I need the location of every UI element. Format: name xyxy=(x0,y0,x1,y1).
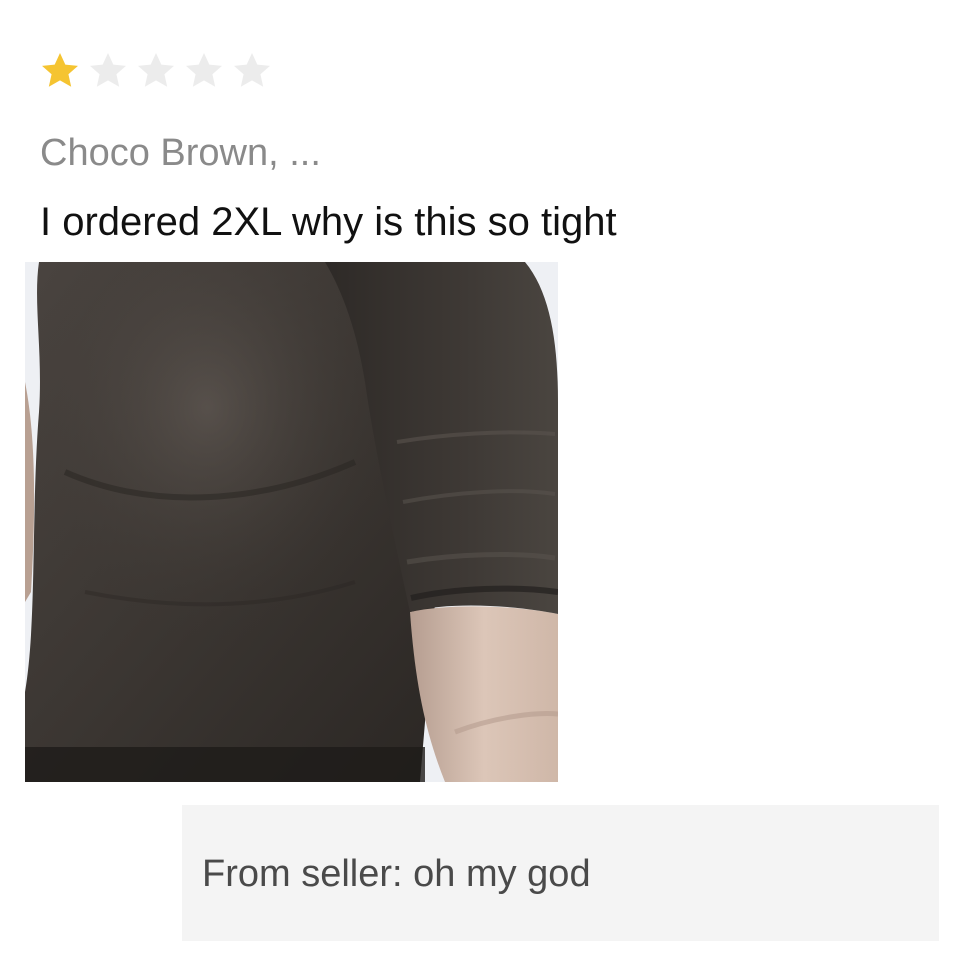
review-text: I ordered 2XL why is this so tight xyxy=(40,200,617,244)
star-icon xyxy=(234,53,270,87)
star-icon xyxy=(90,53,126,87)
review-photo[interactable] xyxy=(25,262,558,782)
star-rating xyxy=(38,46,274,96)
star-icon xyxy=(186,53,222,87)
seller-reply-text: From seller: oh my god xyxy=(202,853,591,895)
review-card: Choco Brown, ... I ordered 2XL why is th… xyxy=(0,0,959,978)
star-icon xyxy=(42,53,78,87)
reviewer-name: Choco Brown, ... xyxy=(40,132,321,174)
star-icon xyxy=(138,53,174,87)
seller-reply: From seller: oh my god xyxy=(182,805,939,941)
